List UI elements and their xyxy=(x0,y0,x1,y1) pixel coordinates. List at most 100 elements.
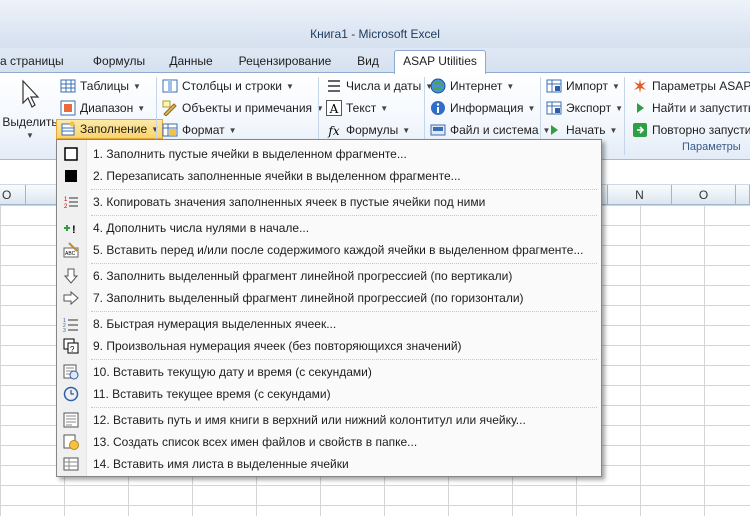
column-header[interactable]: O xyxy=(0,185,26,205)
path-icon xyxy=(63,412,79,428)
svg-text:2: 2 xyxy=(64,204,68,210)
tab-formulas[interactable]: Формулы xyxy=(86,52,152,73)
play-icon xyxy=(551,125,558,135)
file-system-button[interactable]: Файл и система ▼ xyxy=(430,120,550,140)
range-label: Диапазон xyxy=(80,101,134,115)
tab-data[interactable]: Данные xyxy=(164,52,218,73)
menu-item-label: 1. Заполнить пустые ячейки в выделенном … xyxy=(93,147,407,161)
fill-icon xyxy=(61,121,75,136)
svg-text:3: 3 xyxy=(63,328,66,332)
svg-text:?: ? xyxy=(70,345,75,354)
tab-review[interactable]: Рецензирование xyxy=(230,52,340,73)
caret-icon: ▼ xyxy=(402,125,411,135)
find-run-button[interactable]: Найти и запустить xyxy=(632,98,750,118)
asap-options-button[interactable]: Параметры ASAP U xyxy=(632,76,750,96)
menu-item-copy-values-down[interactable]: 12 3. Копировать значения заполненных яч… xyxy=(57,191,601,213)
menu-item-progression-vertical[interactable]: 6. Заполнить выделенный фрагмент линейно… xyxy=(57,265,601,287)
column-header[interactable] xyxy=(736,185,750,205)
group-label-parameters: Параметры xyxy=(682,141,741,153)
caret-icon: ▼ xyxy=(137,103,146,113)
caret-icon: ▼ xyxy=(228,125,237,135)
objects-comments-button[interactable]: Объекты и примечания ▼ xyxy=(162,98,324,118)
column-header-n[interactable]: N xyxy=(608,185,672,205)
menu-item-label: 6. Заполнить выделенный фрагмент линейно… xyxy=(93,269,513,283)
svg-text:A: A xyxy=(329,102,339,116)
range-button[interactable]: Диапазон ▼ xyxy=(60,98,145,118)
tables-button[interactable]: Таблицы ▼ xyxy=(60,76,141,96)
fill-dropdown-menu: 1. Заполнить пустые ячейки в выделенном … xyxy=(56,139,602,477)
text-button[interactable]: A Текст ▼ xyxy=(326,98,388,118)
import-button[interactable]: Импорт ▼ xyxy=(546,76,620,96)
random-numbering-icon: ? xyxy=(63,338,79,354)
menu-item-label: 7. Заполнить выделенный фрагмент линейно… xyxy=(93,291,524,305)
menu-separator xyxy=(91,215,597,216)
menu-item-insert-path[interactable]: 12. Вставить путь и имя книги в верхний … xyxy=(57,409,601,431)
menu-separator xyxy=(91,359,597,360)
column-header-o[interactable]: O xyxy=(672,185,736,205)
caret-icon: ▼ xyxy=(611,81,620,91)
menu-item-label: 2. Перезаписать заполненные ячейки в выд… xyxy=(93,169,461,183)
menu-separator xyxy=(91,407,597,408)
menu-item-fill-empty-cells[interactable]: 1. Заполнить пустые ячейки в выделенном … xyxy=(57,143,601,165)
menu-separator xyxy=(91,263,597,264)
menu-item-insert-date-time[interactable]: 10. Вставить текущую дату и время (с сек… xyxy=(57,361,601,383)
fx-icon: fx xyxy=(327,124,339,138)
rerun-label: Повторно запусти xyxy=(652,123,750,137)
svg-text:1: 1 xyxy=(64,197,68,203)
menu-item-label: 5. Вставить перед и/или после содержимог… xyxy=(93,243,584,257)
globe-icon xyxy=(430,78,446,94)
menu-item-insert-before-after[interactable]: ABC 5. Вставить перед и/или после содерж… xyxy=(57,239,601,261)
arrow-right-icon xyxy=(63,290,79,306)
select-button[interactable]: Выделить ▼ xyxy=(2,75,58,155)
numbers-dates-button[interactable]: Числа и даты ▼ xyxy=(326,76,433,96)
caret-icon: ▼ xyxy=(133,81,141,91)
asap-options-icon xyxy=(634,79,646,93)
menu-separator xyxy=(91,311,597,312)
format-button[interactable]: Формат ▼ xyxy=(162,120,237,140)
export-icon xyxy=(546,101,562,115)
export-button[interactable]: Экспорт ▼ xyxy=(546,98,623,118)
info-icon xyxy=(431,101,445,115)
start-button[interactable]: Начать ▼ xyxy=(546,120,617,140)
menu-item-insert-sheet-name[interactable]: 14. Вставить имя листа в выделенные ячей… xyxy=(57,453,601,475)
tab-view[interactable]: Вид xyxy=(350,52,386,73)
menu-item-quick-numbering[interactable]: 123 8. Быстрая нумерация выделенных ячее… xyxy=(57,313,601,335)
cursor-icon xyxy=(22,79,40,108)
information-label: Информация xyxy=(450,101,524,115)
fill-button[interactable]: Заполнение▼ xyxy=(56,119,164,139)
import-icon xyxy=(546,79,562,93)
information-button[interactable]: Информация ▼ xyxy=(430,98,535,118)
tab-asap-utilities[interactable]: ASAP Utilities xyxy=(394,50,486,74)
formulas-button[interactable]: fx Формулы ▼ xyxy=(326,120,410,140)
select-caret-icon: ▼ xyxy=(26,131,34,140)
numbers-dates-label: Числа и даты xyxy=(346,79,422,93)
internet-label: Интернет xyxy=(450,79,503,93)
numbering-icon: 123 xyxy=(63,318,78,332)
rerun-icon xyxy=(633,123,647,137)
menu-item-list-files[interactable]: 13. Создать список всех имен файлов и св… xyxy=(57,431,601,453)
asap-options-label: Параметры ASAP U xyxy=(652,79,750,93)
export-label: Экспорт xyxy=(566,101,612,115)
menu-item-label: 11. Вставить текущее время (с секундами) xyxy=(93,387,331,401)
internet-button[interactable]: Интернет ▼ xyxy=(430,76,514,96)
date-time-icon xyxy=(63,364,79,380)
columns-rows-button[interactable]: Столбцы и строки ▼ xyxy=(162,76,294,96)
range-icon xyxy=(60,100,76,116)
tab-page-layout[interactable]: а страницы xyxy=(0,52,74,73)
svg-text:ABC: ABC xyxy=(65,251,76,257)
columns-rows-label: Столбцы и строки xyxy=(182,79,282,93)
menu-item-random-numbering[interactable]: ? 9. Произвольная нумерация ячеек (без п… xyxy=(57,335,601,357)
caret-icon: ▼ xyxy=(506,81,515,91)
menu-item-pad-zeros[interactable]: ! 4. Дополнить числа нулями в начале... xyxy=(57,217,601,239)
rerun-button[interactable]: Повторно запусти xyxy=(632,120,750,140)
import-label: Импорт xyxy=(566,79,608,93)
menu-item-label: 10. Вставить текущую дату и время (с сек… xyxy=(93,365,372,379)
add-zeros-icon: ! xyxy=(64,224,76,236)
caret-icon: ▼ xyxy=(285,81,294,91)
menu-item-insert-time[interactable]: 11. Вставить текущее время (с секундами) xyxy=(57,383,601,405)
menu-item-progression-horizontal[interactable]: 7. Заполнить выделенный фрагмент линейно… xyxy=(57,287,601,309)
menu-item-label: 8. Быстрая нумерация выделенных ячеек... xyxy=(93,317,337,331)
menu-item-overwrite-cells[interactable]: 2. Перезаписать заполненные ячейки в выд… xyxy=(57,165,601,187)
menu-item-label: 12. Вставить путь и имя книги в верхний … xyxy=(93,413,526,427)
window-title: Книга1 - Microsoft Excel xyxy=(310,27,440,41)
